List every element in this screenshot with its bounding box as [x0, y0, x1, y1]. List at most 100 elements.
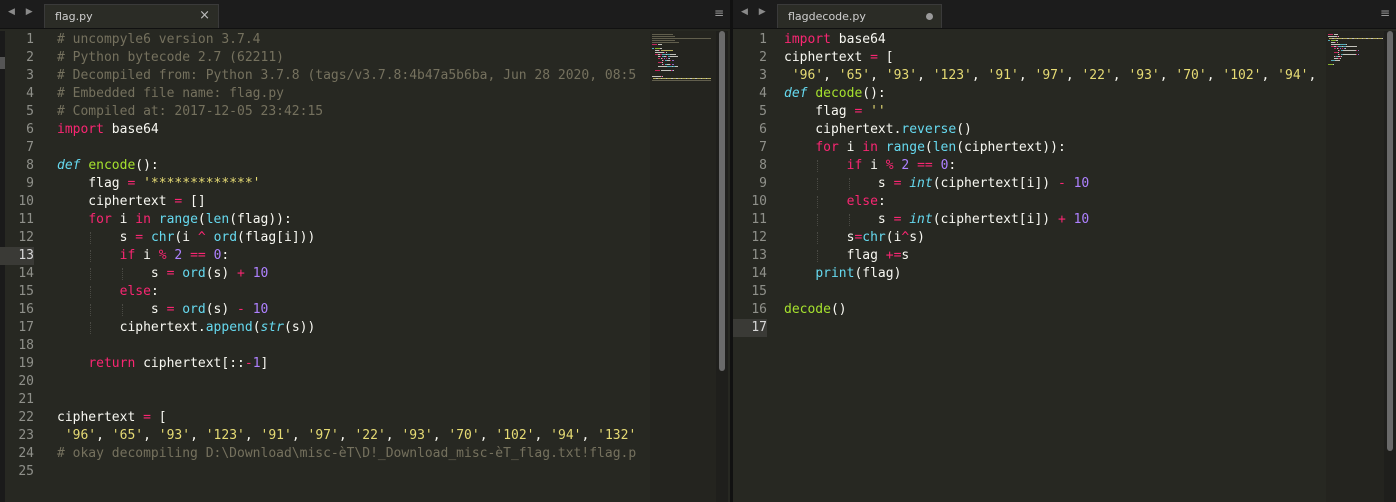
- code-line[interactable]: 10 else:: [733, 193, 885, 211]
- code-line[interactable]: 1 import base64: [733, 31, 886, 49]
- code-line[interactable]: 24 # okay decompiling D:\Download\misc-èT…: [0, 445, 636, 463]
- code-token: -: [244, 356, 253, 371]
- close-icon[interactable]: ×: [199, 8, 210, 23]
- code-line[interactable]: 17 ciphertext.append(str(s)): [0, 319, 315, 337]
- editor-window: ◀ ▶ flag.py × ≡ 1 # uncompyle6 version 3.…: [0, 0, 1396, 502]
- minimap[interactable]: [1326, 31, 1392, 502]
- line-number: 4: [759, 86, 767, 101]
- pane-menu-icon[interactable]: ≡: [1380, 6, 1390, 20]
- scrollbar-thumb[interactable]: [719, 31, 725, 371]
- minimap-line: [652, 44, 657, 45]
- pane-menu-icon[interactable]: ≡: [714, 6, 724, 20]
- code-line[interactable]: 2 ciphertext = [: [733, 49, 893, 67]
- code-line[interactable]: 7: [0, 139, 34, 157]
- code-area[interactable]: 1 import base64 2 ciphertext = [3 '96', '65…: [733, 31, 1316, 337]
- line-number: 14: [18, 266, 34, 281]
- code-token: ,: [823, 68, 839, 83]
- code-line[interactable]: 11 s = int(ciphertext[i]) + 10: [733, 211, 1089, 229]
- code-line[interactable]: 3 # Decompiled from: Python 3.7.8 (tags/v…: [0, 67, 636, 85]
- tab-flag-py[interactable]: flag.py ×: [44, 4, 219, 28]
- minimap-line: [1343, 50, 1356, 51]
- code-line[interactable]: 16 decode(): [733, 301, 846, 319]
- tab-flagdecode-py[interactable]: flagdecode.py: [777, 4, 942, 28]
- tab-nav-arrows[interactable]: ◀ ▶: [741, 7, 770, 17]
- minimap-line: [652, 38, 712, 39]
- minimap-line: [675, 66, 679, 67]
- vertical-scrollbar[interactable]: [1384, 31, 1396, 502]
- line-source: flag +=s: [784, 247, 910, 265]
- tab-nav-arrows[interactable]: ◀ ▶: [8, 7, 37, 17]
- code-line[interactable]: 15: [733, 283, 767, 301]
- line-number: 2: [26, 50, 34, 65]
- code-line[interactable]: 14 s = ord(s) + 10: [0, 265, 268, 283]
- minimap-line: [1332, 64, 1335, 65]
- code-line[interactable]: 13 if i % 2 == 0:: [0, 247, 229, 265]
- code-token: print: [815, 266, 855, 281]
- code-token: i: [135, 248, 159, 263]
- code-token: flag: [784, 248, 886, 263]
- vertical-scrollbar[interactable]: [716, 31, 728, 502]
- minimap-line: [1345, 46, 1357, 47]
- code-line[interactable]: 13 flag +=s: [733, 247, 909, 265]
- line-source: s = ord(s) + 10: [57, 265, 268, 283]
- code-token: 10: [1073, 176, 1090, 191]
- code-line[interactable]: 18: [0, 337, 34, 355]
- code-token: append: [205, 320, 253, 335]
- code-token: range: [158, 212, 198, 227]
- code-token: ,: [917, 68, 933, 83]
- line-number: 4: [26, 86, 34, 101]
- code-line[interactable]: 17: [733, 319, 767, 337]
- code-token: 10: [1073, 212, 1090, 227]
- code-line[interactable]: 2 # Python bytecode 2.7 (62211): [0, 49, 284, 67]
- code-line[interactable]: 23 '96', '65', '93', '123', '91', '97', …: [0, 427, 636, 445]
- code-line[interactable]: 8 if i % 2 == 0:: [733, 157, 956, 175]
- minimap-line: [658, 58, 660, 59]
- code-area[interactable]: 1 # uncompyle6 version 3.7.4 2 # Python byt…: [0, 31, 636, 481]
- code-line[interactable]: 14 print(flag): [733, 265, 901, 283]
- code-line[interactable]: 12 s = chr(i ^ ord(flag[i])): [0, 229, 315, 247]
- code-line[interactable]: 10 ciphertext = []: [0, 193, 205, 211]
- code-token: '22': [354, 428, 386, 443]
- code-line[interactable]: 11 for i in range(len(flag)):: [0, 211, 292, 229]
- code-line[interactable]: 25: [0, 463, 34, 481]
- code-line[interactable]: 3 '96', '65', '93', '123', '91', '97', '…: [733, 67, 1316, 85]
- code-line[interactable]: 5 flag = '': [733, 103, 886, 121]
- line-number: 8: [26, 158, 34, 173]
- code-token: '*************': [143, 176, 261, 191]
- code-line[interactable]: 6 ciphertext.reverse(): [733, 121, 972, 139]
- code-token: :: [877, 194, 886, 209]
- code-line[interactable]: 4 # Embedded file name: flag.py: [0, 85, 284, 103]
- code-line[interactable]: 9 s = int(ciphertext[i]) - 10: [733, 175, 1089, 193]
- code-line[interactable]: 1 # uncompyle6 version 3.7.4: [0, 31, 260, 49]
- code-line[interactable]: 15 else:: [0, 283, 158, 301]
- code-line[interactable]: 21: [0, 391, 34, 409]
- line-source: decode(): [784, 301, 847, 319]
- code-token: ,: [291, 428, 308, 443]
- code-line[interactable]: 6 import base64: [0, 121, 159, 139]
- minimap-line: [1357, 54, 1360, 55]
- code-token: len: [205, 212, 230, 227]
- scrollbar-thumb[interactable]: [1387, 31, 1393, 451]
- minimap-line: [1357, 50, 1360, 51]
- code-line[interactable]: 7 for i in range(len(ciphertext)):: [733, 139, 1066, 157]
- code-line[interactable]: 8 def encode():: [0, 157, 159, 175]
- code-line[interactable]: 9 flag = '*************': [0, 175, 260, 193]
- code-line[interactable]: 20: [0, 373, 34, 391]
- code-line[interactable]: 4 def decode():: [733, 85, 886, 103]
- line-source: '96', '65', '93', '123', '91', '97', '22…: [784, 67, 1316, 85]
- unsaved-dot-icon[interactable]: [926, 13, 933, 20]
- code-line[interactable]: 22 ciphertext = [: [0, 409, 166, 427]
- code-line[interactable]: 16 s = ord(s) - 10: [0, 301, 268, 319]
- code-line[interactable]: 5 # Compiled at: 2017-12-05 23:42:15: [0, 103, 323, 121]
- code-token: s: [784, 230, 855, 245]
- indent-guide: [817, 214, 819, 226]
- code-line[interactable]: 19 return ciphertext[::-1]: [0, 355, 268, 373]
- code-token: '94': [1277, 68, 1309, 83]
- code-line[interactable]: 12 s=chr(i^s): [733, 229, 925, 247]
- minimap-line: [1336, 42, 1339, 43]
- minimap[interactable]: [650, 31, 716, 502]
- minimap-line: [655, 52, 664, 53]
